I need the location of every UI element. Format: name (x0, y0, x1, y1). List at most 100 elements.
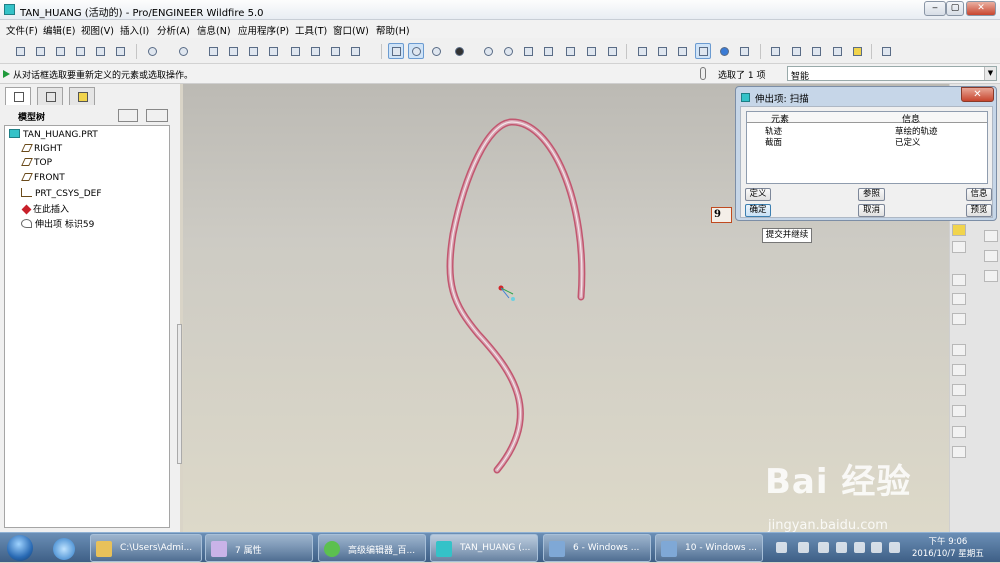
paste-special-icon[interactable] (265, 43, 281, 59)
sweep-icon[interactable] (952, 313, 966, 325)
menu-view[interactable]: 视图(V) (81, 23, 114, 37)
volume-icon[interactable] (889, 542, 900, 553)
ok-button[interactable]: 确定 (745, 204, 771, 217)
datum-csys-icon[interactable] (984, 270, 998, 282)
tray-app-icon[interactable] (798, 542, 809, 553)
email-icon[interactable] (92, 43, 108, 59)
task-proe[interactable]: TAN_HUANG (... (430, 534, 538, 562)
tab-favorites[interactable] (69, 87, 95, 105)
shaded-icon[interactable] (695, 43, 711, 59)
table-row[interactable]: 截面 已定义 (747, 136, 987, 148)
enhanced-realism-icon[interactable] (716, 43, 732, 59)
menu-edit[interactable]: 编辑(E) (43, 23, 75, 37)
find-icon[interactable] (327, 43, 343, 59)
chevron-down-icon[interactable]: ▼ (984, 67, 996, 80)
minimize-button[interactable]: ‒ (924, 1, 946, 16)
view-manager-icon[interactable] (604, 43, 620, 59)
tree-item[interactable]: TAN_HUANG.PRT (9, 129, 98, 143)
tree-item[interactable]: 伸出项 标识59 (21, 217, 94, 231)
menu-applications[interactable]: 应用程序(P) (238, 23, 289, 37)
undo-icon[interactable] (144, 43, 160, 59)
annotation-display-icon[interactable] (849, 43, 865, 59)
tree-item[interactable]: RIGHT (21, 144, 62, 158)
tab-model-tree[interactable] (5, 87, 31, 105)
cut-icon[interactable] (205, 43, 221, 59)
table-row[interactable]: 轨迹 草绘的轨迹 (747, 125, 987, 137)
paste-icon[interactable] (245, 43, 261, 59)
datum-planes-icon[interactable] (767, 43, 783, 59)
redo-icon[interactable] (175, 43, 191, 59)
security-icon[interactable] (836, 542, 847, 553)
save-icon[interactable] (52, 43, 68, 59)
references-button[interactable]: 参照 (858, 188, 885, 201)
layers-icon[interactable] (583, 43, 599, 59)
task-explorer[interactable]: C:\Users\Admi... (90, 534, 202, 562)
dimension-icon[interactable] (952, 224, 966, 236)
round-icon[interactable] (952, 426, 966, 438)
selection-filter[interactable]: 智能 ▼ (787, 66, 997, 82)
tree-item[interactable]: TOP (21, 158, 52, 172)
zoom-out-icon[interactable] (500, 43, 516, 59)
zoom-in-icon[interactable] (480, 43, 496, 59)
context-help-icon[interactable] (878, 43, 894, 59)
reorient-icon[interactable] (540, 43, 556, 59)
draft-icon[interactable] (952, 405, 966, 417)
regenerate-icon[interactable] (287, 43, 303, 59)
tray-app-icon[interactable] (854, 542, 865, 553)
spin-center-icon[interactable] (428, 43, 444, 59)
restore-button[interactable]: ▢ (946, 1, 964, 16)
email-link-icon[interactable] (112, 43, 128, 59)
refit-icon[interactable] (520, 43, 536, 59)
close-button[interactable]: ✕ (966, 1, 996, 16)
settings-icon[interactable] (118, 109, 138, 122)
sketch-icon[interactable] (952, 241, 966, 253)
hidden-line-icon[interactable] (654, 43, 670, 59)
select-box-icon[interactable] (347, 43, 363, 59)
dialog-close-button[interactable]: ✕ (961, 87, 994, 102)
menu-window[interactable]: 窗口(W) (333, 23, 369, 37)
tree-item[interactable]: FRONT (21, 173, 65, 187)
define-button[interactable]: 定义 (745, 188, 771, 201)
menu-help[interactable]: 帮助(H) (376, 23, 410, 37)
task-photo-10[interactable]: 10 - Windows ... (655, 534, 763, 562)
task-editor[interactable]: 高级编辑器_百... (318, 534, 426, 562)
shading-icon[interactable] (451, 43, 467, 59)
shell-icon[interactable] (952, 364, 966, 376)
saved-views-icon[interactable] (562, 43, 578, 59)
start-button[interactable] (3, 533, 35, 563)
show-icon[interactable] (146, 109, 168, 122)
hole-icon[interactable] (952, 344, 966, 356)
datum-curve-icon[interactable] (984, 230, 998, 242)
no-hidden-icon[interactable] (674, 43, 690, 59)
print-icon[interactable] (72, 43, 88, 59)
tree-item[interactable]: 在此插入 (21, 202, 69, 216)
network-icon[interactable] (871, 542, 882, 553)
open-file-icon[interactable] (32, 43, 48, 59)
keyboard-icon[interactable] (776, 542, 787, 553)
info-button[interactable]: 信息 (966, 188, 992, 201)
extrude-icon[interactable] (952, 274, 966, 286)
task-photo-6[interactable]: 6 - Windows ... (543, 534, 651, 562)
menu-info[interactable]: 信息(N) (197, 23, 231, 37)
copy-icon[interactable] (225, 43, 241, 59)
datum-display-icon[interactable] (736, 43, 752, 59)
new-file-icon[interactable] (12, 43, 28, 59)
clock[interactable]: 下午 9:06 2016/10/7 星期五 (912, 536, 984, 560)
task-properties[interactable]: 7 属性 (205, 534, 313, 562)
panel-splitter[interactable] (177, 324, 182, 464)
rib-icon[interactable] (952, 384, 966, 396)
csys-display-icon[interactable] (829, 43, 845, 59)
menu-analysis[interactable]: 分析(A) (157, 23, 190, 37)
preview-button[interactable]: 预览 (966, 204, 992, 217)
revolve-icon[interactable] (952, 293, 966, 305)
point-display-icon[interactable] (808, 43, 824, 59)
menu-file[interactable]: 文件(F) (6, 23, 38, 37)
datum-axes-icon[interactable] (788, 43, 804, 59)
wireframe-icon[interactable] (634, 43, 650, 59)
datum-points-icon[interactable] (408, 43, 424, 59)
datum-point-icon[interactable] (984, 250, 998, 262)
tray-app-icon[interactable] (818, 542, 829, 553)
menu-insert[interactable]: 插入(I) (120, 23, 149, 37)
tab-folder-browser[interactable] (37, 87, 63, 105)
repaint-icon[interactable] (388, 43, 404, 59)
